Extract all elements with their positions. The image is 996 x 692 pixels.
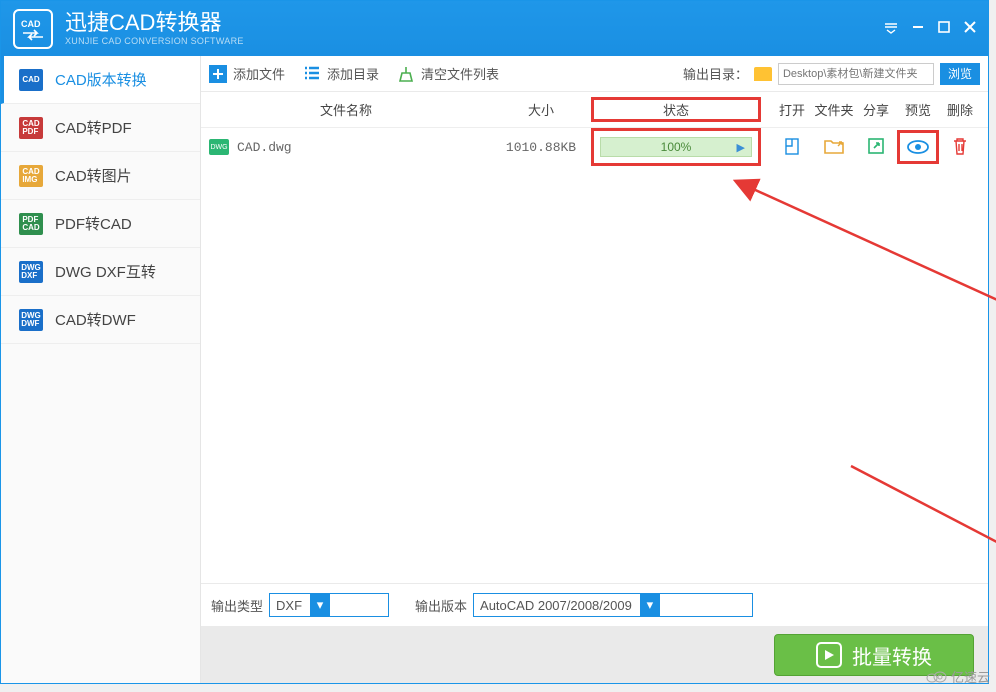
chevron-down-icon: ▾ (310, 594, 330, 616)
output-dir-label: 输出目录： (683, 64, 748, 83)
sidebar-item-cad-to-dwf[interactable]: DWGDWF CAD转DWF (1, 296, 200, 344)
clear-list-button[interactable]: 清空文件列表 (397, 64, 499, 83)
sidebar-item-cad-version[interactable]: CAD CAD版本转换 (1, 56, 200, 104)
open-file-button[interactable] (771, 137, 813, 158)
play-icon: ▶ (737, 141, 745, 154)
output-path-input[interactable] (778, 63, 934, 85)
sidebar-label: CAD转图片 (55, 165, 132, 186)
pdf-cad-icon: PDFCAD (19, 213, 43, 235)
output-version-select[interactable]: AutoCAD 2007/2008/2009 ▾ (473, 593, 753, 617)
sidebar: CAD CAD版本转换 CADPDF CAD转PDF CADIMG CAD转图片… (1, 56, 201, 683)
col-status: 状态 (591, 97, 761, 122)
delete-button[interactable] (939, 137, 981, 158)
sidebar-label: PDF转CAD (55, 213, 132, 234)
folder-icon (754, 67, 772, 81)
output-version-label: 输出版本 (415, 596, 467, 615)
app-subtitle: XUNJIE CAD CONVERSION SOFTWARE (65, 36, 244, 46)
annotation-arrow-2 (901, 166, 996, 366)
col-filename: 文件名称 (201, 100, 491, 119)
file-size: 1010.88KB (491, 140, 591, 155)
table-row[interactable]: DWG CAD.dwg 1010.88KB 100% ▶ (201, 128, 988, 166)
col-delete: 删除 (939, 100, 981, 119)
minimize-button[interactable] (912, 20, 924, 37)
col-preview: 预览 (897, 100, 939, 119)
progress-bar: 100% ▶ (600, 137, 752, 157)
maximize-button[interactable] (938, 20, 950, 37)
sidebar-item-cad-to-image[interactable]: CADIMG CAD转图片 (1, 152, 200, 200)
open-folder-button[interactable] (813, 138, 855, 157)
add-file-button[interactable]: 添加文件 (209, 64, 285, 83)
toolbar: 添加文件 添加目录 清空文件列表 输出目录： 浏览 (201, 56, 988, 92)
menu-dropdown-icon[interactable] (884, 20, 898, 37)
col-folder: 文件夹 (813, 100, 855, 119)
broom-icon (397, 65, 415, 83)
list-icon (303, 65, 321, 83)
cad-dwf-icon: DWGDWF (19, 309, 43, 331)
cad-img-icon: CADIMG (19, 165, 43, 187)
sidebar-item-pdf-to-cad[interactable]: PDFCAD PDF转CAD (1, 200, 200, 248)
sidebar-label: CAD转PDF (55, 117, 132, 138)
share-button[interactable] (855, 137, 897, 158)
sidebar-item-cad-to-pdf[interactable]: CADPDF CAD转PDF (1, 104, 200, 152)
sidebar-label: DWG DXF互转 (55, 261, 156, 282)
sidebar-label: CAD版本转换 (55, 69, 147, 90)
play-circle-icon (816, 642, 842, 668)
footer-bar: 批量转换 (201, 627, 988, 683)
watermark: 亿速云 (925, 667, 990, 686)
sidebar-label: CAD转DWF (55, 309, 136, 330)
col-open: 打开 (771, 100, 813, 119)
sidebar-item-dwg-dxf[interactable]: DWGDXF DWG DXF互转 (1, 248, 200, 296)
col-share: 分享 (855, 100, 897, 119)
cad-version-icon: CAD (19, 69, 43, 91)
plus-icon (209, 65, 227, 83)
svg-text:CAD: CAD (21, 19, 41, 29)
preview-button[interactable] (897, 130, 939, 164)
col-size: 大小 (491, 100, 591, 119)
table-header: 文件名称 大小 状态 打开 文件夹 分享 预览 删除 (201, 92, 988, 128)
file-list-area (201, 166, 988, 583)
chevron-down-icon: ▾ (640, 594, 660, 616)
output-type-label: 输出类型 (211, 596, 263, 615)
app-title: 迅捷CAD转换器 (65, 11, 244, 35)
output-options-bar: 输出类型 DXF ▾ 输出版本 AutoCAD 2007/2008/2009 ▾ (201, 583, 988, 627)
title-bar: CAD 迅捷CAD转换器 XUNJIE CAD CONVERSION SOFTW… (1, 1, 988, 56)
browse-button[interactable]: 浏览 (940, 63, 980, 85)
app-logo-icon: CAD (13, 9, 53, 49)
annotation-arrow-1 (741, 178, 996, 368)
dwg-dxf-icon: DWGDXF (19, 261, 43, 283)
add-folder-button[interactable]: 添加目录 (303, 64, 379, 83)
dwg-file-icon: DWG (209, 139, 229, 155)
file-name: CAD.dwg (237, 140, 292, 155)
output-type-select[interactable]: DXF ▾ (269, 593, 389, 617)
close-button[interactable] (964, 20, 976, 37)
annotation-arrow-3 (841, 456, 996, 586)
cad-pdf-icon: CADPDF (19, 117, 43, 139)
